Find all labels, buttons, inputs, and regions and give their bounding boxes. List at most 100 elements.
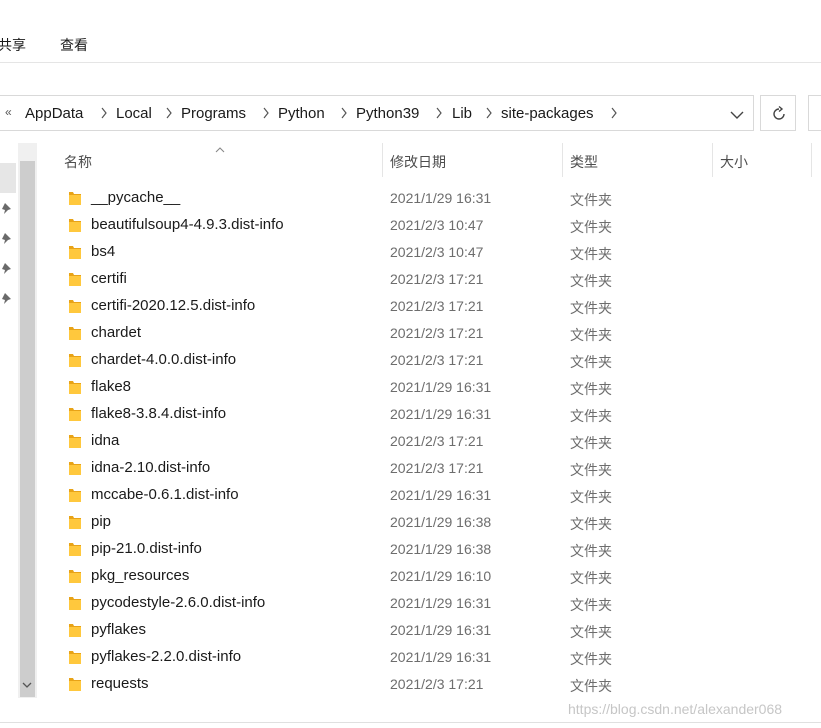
column-header-date[interactable]: 修改日期 [390,152,446,172]
column-divider[interactable] [382,143,383,177]
file-row[interactable]: requests 2021/2/3 17:21 文件夹 [40,671,821,698]
file-date: 2021/1/29 16:31 [390,379,492,395]
chevron-right-icon[interactable] [434,106,444,120]
folder-icon [68,487,82,503]
search-box[interactable] [808,95,821,131]
column-divider[interactable] [712,143,713,177]
file-row[interactable]: pkg_resources 2021/1/29 16:10 文件夹 [40,563,821,590]
file-type: 文件夹 [570,435,612,451]
file-type: 文件夹 [570,408,612,424]
breadcrumb-programs[interactable]: Programs [181,105,246,122]
file-name: requests [91,675,149,692]
tab-view[interactable]: 查看 [60,35,88,55]
status-divider [0,722,821,723]
file-list: __pycache__ 2021/1/29 16:31 文件夹 beautifulso… [40,185,821,698]
file-date: 2021/2/3 10:47 [390,217,484,233]
folder-icon [68,514,82,530]
file-type: 文件夹 [570,489,612,505]
file-date: 2021/1/29 16:31 [390,190,492,206]
folder-icon [68,190,82,206]
file-row[interactable]: pycodestyle-2.6.0.dist-info 2021/1/29 16:… [40,590,821,617]
file-row[interactable]: pip 2021/1/29 16:38 文件夹 [40,509,821,536]
file-type: 文件夹 [570,516,612,532]
file-row[interactable]: idna-2.10.dist-info 2021/2/3 17:21 文件夹 [40,455,821,482]
pin-icon [1,201,13,214]
file-type: 文件夹 [570,381,612,397]
nav-scrollbar[interactable] [18,143,37,698]
file-name: flake8-3.8.4.dist-info [91,405,227,422]
scroll-down-icon[interactable] [22,681,32,692]
file-date: 2021/1/29 16:31 [390,406,492,422]
file-row[interactable]: bs4 2021/2/3 10:47 文件夹 [40,239,821,266]
breadcrumb-lib[interactable]: Lib [452,105,472,122]
folder-icon [68,298,82,314]
file-row[interactable]: mccabe-0.6.1.dist-info 2021/1/29 16:31 文件夹 [40,482,821,509]
folder-icon [68,649,82,665]
file-row[interactable]: chardet 2021/2/3 17:21 文件夹 [40,320,821,347]
chevron-right-icon[interactable] [484,106,494,120]
breadcrumb-python39[interactable]: Python39 [356,105,419,122]
breadcrumb-python[interactable]: Python [278,105,325,122]
file-date: 2021/1/29 16:31 [390,595,492,611]
chevron-right-icon[interactable] [164,106,174,120]
folder-icon [68,568,82,584]
file-type: 文件夹 [570,651,612,667]
watermark-text: https://blog.csdn.net/alexander068 [568,701,783,717]
file-name: certifi [91,270,127,287]
file-type: 文件夹 [570,273,612,289]
file-row[interactable]: flake8-3.8.4.dist-info 2021/1/29 16:31 文件夹 [40,401,821,428]
file-name: pyflakes [91,621,147,638]
file-row[interactable]: certifi 2021/2/3 17:21 文件夹 [40,266,821,293]
breadcrumb-site-packages[interactable]: site-packages [501,105,594,122]
column-header-size[interactable]: 大小 [720,152,748,172]
file-row[interactable]: chardet-4.0.0.dist-info 2021/2/3 17:21 文件夹 [40,347,821,374]
file-name: pip [91,513,112,530]
file-name: flake8 [91,378,132,395]
file-row[interactable]: beautifulsoup4-4.9.3.dist-info 2021/2/3 1… [40,212,821,239]
folder-icon [68,595,82,611]
column-header-name[interactable]: 名称 [64,152,92,172]
breadcrumb-local[interactable]: Local [116,105,152,122]
breadcrumb-appdata[interactable]: AppData [25,105,83,122]
folder-icon [68,622,82,638]
file-name: __pycache__ [91,189,181,206]
chevron-down-icon[interactable] [727,107,747,123]
column-divider[interactable] [562,143,563,177]
ribbon-tabs: 共享 查看 [0,0,821,63]
file-row[interactable]: pip-21.0.dist-info 2021/1/29 16:38 文件夹 [40,536,821,563]
file-date: 2021/1/29 16:31 [390,649,492,665]
chevron-right-icon[interactable] [261,106,271,120]
file-type: 文件夹 [570,570,612,586]
file-type: 文件夹 [570,246,612,262]
nav-selected-item[interactable] [0,163,16,193]
tab-share[interactable]: 共享 [0,35,26,55]
folder-icon [68,406,82,422]
file-row[interactable]: pyflakes-2.2.0.dist-info 2021/1/29 16:31 文… [40,644,821,671]
file-type: 文件夹 [570,543,612,559]
column-header-type[interactable]: 类型 [570,152,598,172]
file-date: 2021/2/3 17:21 [390,271,484,287]
refresh-button[interactable] [760,95,796,131]
file-type: 文件夹 [570,192,612,208]
file-row[interactable]: flake8 2021/1/29 16:31 文件夹 [40,374,821,401]
folder-icon [68,325,82,341]
refresh-icon [773,105,785,120]
pin-icon [1,291,13,304]
breadcrumb-overflow-icon[interactable]: « [5,105,12,119]
file-row[interactable]: __pycache__ 2021/1/29 16:31 文件夹 [40,185,821,212]
chevron-right-icon[interactable] [609,106,619,120]
file-date: 2021/1/29 16:31 [390,622,492,638]
file-row[interactable]: idna 2021/2/3 17:21 文件夹 [40,428,821,455]
nav-scrollbar-thumb[interactable] [20,161,35,697]
chevron-right-icon[interactable] [99,106,109,120]
chevron-right-icon[interactable] [339,106,349,120]
column-divider[interactable] [811,143,812,177]
address-bar[interactable]: « AppData Local Programs Python Python39… [0,95,754,131]
file-type: 文件夹 [570,354,612,370]
file-type: 文件夹 [570,462,612,478]
file-row[interactable]: certifi-2020.12.5.dist-info 2021/2/3 17:2… [40,293,821,320]
file-type: 文件夹 [570,678,612,694]
file-row[interactable]: pyflakes 2021/1/29 16:31 文件夹 [40,617,821,644]
file-date: 2021/2/3 17:21 [390,325,484,341]
file-date: 2021/1/29 16:38 [390,514,492,530]
